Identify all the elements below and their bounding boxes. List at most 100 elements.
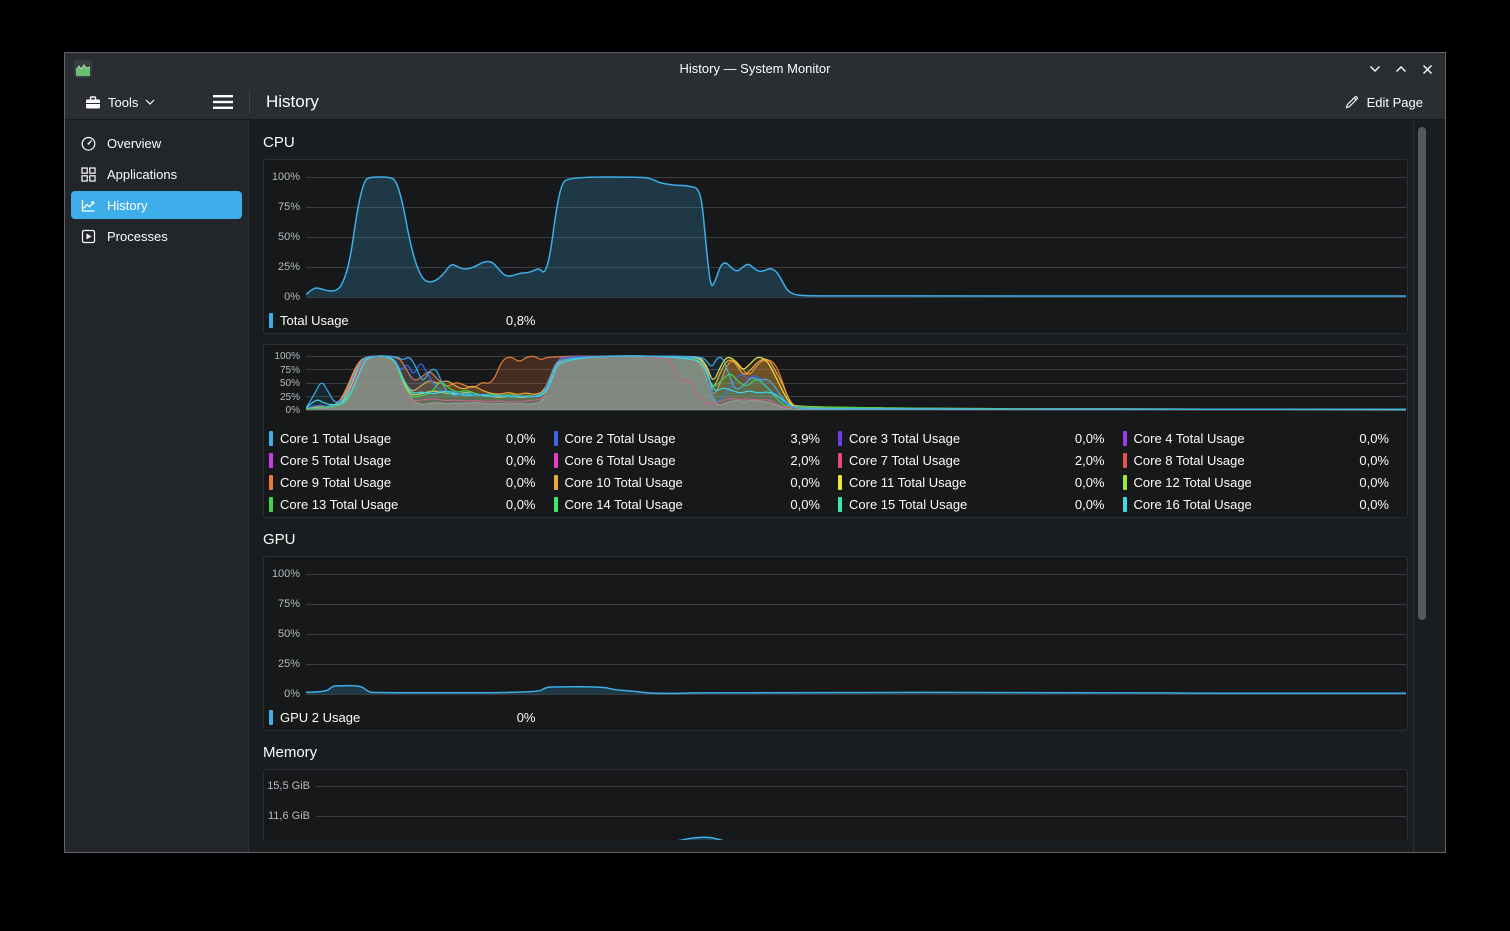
- legend-entry: Core 2 Total Usage 3,9%: [553, 427, 839, 449]
- y-axis-label: 50%: [279, 378, 300, 389]
- legend-value: 0,0%: [505, 430, 536, 446]
- edit-page-button[interactable]: Edit Page: [1338, 91, 1429, 114]
- section-title-gpu: GPU: [263, 531, 296, 548]
- gauge-icon: [79, 134, 97, 152]
- y-axis-label: 75%: [277, 597, 300, 610]
- legend-value: 0,0%: [1359, 496, 1389, 512]
- close-button[interactable]: [1419, 61, 1435, 77]
- toolbar: Tools History Edit Page: [65, 85, 1445, 120]
- vertical-scrollbar[interactable]: [1413, 120, 1431, 852]
- legend-color-chip: [1122, 430, 1127, 446]
- legend-label: Core 4 Total Usage: [1133, 430, 1245, 446]
- legend-entry: Core 6 Total Usage 2,0%: [553, 449, 839, 471]
- app-grid-icon: [79, 165, 97, 183]
- legend-value: 0,0%: [505, 496, 536, 512]
- legend-value: 0,0%: [1074, 496, 1105, 512]
- window-controls: [1367, 53, 1435, 85]
- hamburger-menu-button[interactable]: [209, 91, 237, 113]
- legend-color-chip: [269, 496, 273, 512]
- sidebar-item-overview[interactable]: Overview: [71, 129, 242, 157]
- tools-menu-button[interactable]: Tools: [79, 91, 161, 114]
- legend-entry: Core 11 Total Usage 0,0%: [838, 471, 1123, 493]
- gpu-usage-chart: 100% 75% 50% 25% 0% GPU 2 Usage 0%: [263, 556, 1408, 731]
- briefcase-icon: [85, 95, 101, 110]
- edit-page-label: Edit Page: [1366, 94, 1423, 110]
- sidebar-item-label: Applications: [107, 166, 178, 182]
- close-icon: [1422, 64, 1432, 74]
- y-axis-label: 50%: [277, 230, 300, 243]
- y-axis-label: 100%: [274, 351, 300, 362]
- minimize-button[interactable]: [1367, 61, 1383, 77]
- y-axis-label: 100%: [271, 170, 300, 183]
- y-axis-label: 25%: [277, 260, 300, 273]
- pencil-icon: [1344, 95, 1359, 110]
- legend-label: Core 1 Total Usage: [280, 430, 392, 446]
- legend-color-chip: [553, 452, 558, 468]
- legend-label: Core 16 Total Usage: [1133, 496, 1252, 512]
- window-body: Overview Applications History Processes …: [65, 120, 1445, 852]
- legend-value: 0%: [516, 709, 536, 725]
- legend-entry: Core 15 Total Usage 0,0%: [838, 493, 1123, 515]
- legend-entry: Core 5 Total Usage 0,0%: [269, 449, 554, 471]
- legend-label: GPU 2 Usage: [280, 709, 361, 725]
- legend-value: 0,0%: [505, 474, 536, 490]
- legend-label: Core 5 Total Usage: [280, 452, 392, 468]
- legend-entry: Core 8 Total Usage 0,0%: [1122, 449, 1408, 471]
- sidebar-item-applications[interactable]: Applications: [71, 160, 242, 188]
- y-axis-label: 0%: [285, 405, 300, 416]
- sidebar: Overview Applications History Processes: [65, 120, 249, 852]
- sidebar-item-label: Overview: [107, 135, 162, 151]
- legend-color-chip: [838, 496, 842, 512]
- legend-entry: Core 7 Total Usage 2,0%: [838, 449, 1123, 471]
- legend-value: 0,8%: [505, 312, 536, 328]
- legend-color-chip: [269, 312, 273, 328]
- titlebar[interactable]: History — System Monitor: [65, 53, 1445, 85]
- tools-label: Tools: [108, 94, 139, 110]
- legend-label: Total Usage: [280, 312, 349, 328]
- scrollbar-thumb[interactable]: [1418, 127, 1426, 620]
- legend-color-chip: [1122, 452, 1127, 468]
- sidebar-item-label: History: [107, 197, 148, 213]
- legend-label: Core 14 Total Usage: [564, 496, 683, 512]
- content-scroll-area: CPU 100% 75% 50% 25% 0% Total Usage 0,8% 100%…: [249, 120, 1445, 852]
- legend-color-chip: [1122, 496, 1127, 512]
- sidebar-item-processes[interactable]: Processes: [71, 222, 242, 250]
- legend-color-chip: [269, 452, 273, 468]
- legend-label: Core 10 Total Usage: [564, 474, 683, 490]
- legend-entry: Core 4 Total Usage 0,0%: [1122, 427, 1408, 449]
- legend-label: Core 2 Total Usage: [564, 430, 676, 446]
- legend-label: Core 7 Total Usage: [849, 452, 961, 468]
- y-axis-label: 0%: [284, 687, 300, 700]
- legend-value: 3,9%: [790, 430, 820, 446]
- legend-entry: Core 1 Total Usage 0,0%: [269, 427, 554, 449]
- legend-entry: Total Usage 0,8%: [269, 309, 554, 331]
- memory-usage-chart: 15,5 GiB 11,6 GiB: [263, 769, 1408, 840]
- legend-label: Core 9 Total Usage: [280, 474, 392, 490]
- process-icon: [79, 227, 97, 245]
- chart-legend: Core 1 Total Usage 0,0% Core 2 Total Usage…: [264, 423, 1407, 517]
- section-title-memory: Memory: [263, 744, 318, 761]
- y-axis-label: 50%: [277, 627, 300, 640]
- legend-value: 0,0%: [1359, 474, 1389, 490]
- legend-color-chip: [553, 496, 558, 512]
- legend-entry: Core 14 Total Usage 0,0%: [553, 493, 839, 515]
- legend-color-chip: [269, 709, 273, 725]
- legend-label: Core 15 Total Usage: [849, 496, 968, 512]
- sidebar-item-history[interactable]: History: [71, 191, 242, 219]
- legend-label: Core 6 Total Usage: [564, 452, 676, 468]
- legend-entry: Core 9 Total Usage 0,0%: [269, 471, 554, 493]
- legend-label: Core 11 Total Usage: [849, 474, 967, 490]
- chart-canvas: [316, 770, 1406, 840]
- y-axis-label: 11,6 GiB: [268, 809, 310, 822]
- legend-value: 2,0%: [790, 452, 820, 468]
- legend-value: 0,0%: [790, 496, 820, 512]
- y-axis-label: 25%: [279, 391, 300, 403]
- legend-color-chip: [269, 474, 273, 490]
- chart-line-icon: [79, 196, 97, 214]
- legend-label: Core 12 Total Usage: [1133, 474, 1252, 490]
- legend-entry: Core 10 Total Usage 0,0%: [553, 471, 839, 493]
- y-axis-label: 75%: [277, 200, 300, 213]
- maximize-button[interactable]: [1393, 61, 1409, 77]
- y-axis-label: 15,5 GiB: [267, 779, 310, 792]
- legend-value: 0,0%: [1074, 474, 1105, 490]
